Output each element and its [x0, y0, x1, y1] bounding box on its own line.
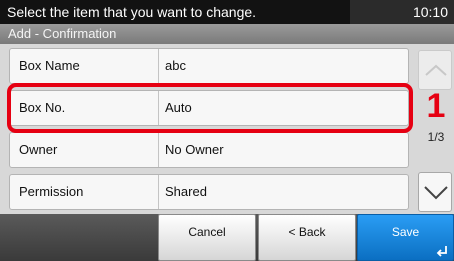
- row-permission[interactable]: Permission Shared: [9, 174, 409, 210]
- status-message: Select the item that you want to change.: [0, 0, 350, 24]
- scroll-controls: 1 1/3: [414, 44, 454, 214]
- bottom-bar: Cancel < Back Save: [0, 214, 454, 261]
- row-divider: [158, 175, 159, 209]
- status-bar: Select the item that you want to change.…: [0, 0, 454, 24]
- back-button[interactable]: < Back: [258, 214, 356, 261]
- save-button-label: Save: [391, 225, 420, 239]
- save-button[interactable]: Save: [357, 214, 454, 261]
- row-box-name[interactable]: Box Name abc: [9, 48, 409, 84]
- page-indicator: 1/3: [427, 130, 445, 144]
- chevron-up-icon: [425, 64, 447, 76]
- row-label: Box Name: [19, 58, 80, 73]
- row-divider: [158, 133, 159, 167]
- screen: Select the item that you want to change.…: [0, 0, 454, 261]
- status-time: 10:10: [412, 4, 448, 20]
- highlight-callout: [7, 83, 413, 133]
- row-owner[interactable]: Owner No Owner: [9, 132, 409, 168]
- enter-return-icon: [436, 246, 447, 257]
- screen-title: Add - Confirmation: [0, 24, 454, 44]
- row-value: No Owner: [165, 142, 224, 157]
- row-label: Permission: [19, 184, 84, 199]
- chevron-down-icon: [424, 186, 448, 200]
- row-label: Owner: [19, 142, 58, 157]
- row-divider: [158, 49, 159, 83]
- callout-number: 1: [426, 87, 446, 125]
- scroll-down-button[interactable]: [418, 172, 452, 212]
- row-value: abc: [165, 58, 186, 73]
- scroll-up-button[interactable]: [418, 50, 452, 90]
- row-value: Shared: [165, 184, 207, 199]
- cancel-button[interactable]: Cancel: [158, 214, 256, 261]
